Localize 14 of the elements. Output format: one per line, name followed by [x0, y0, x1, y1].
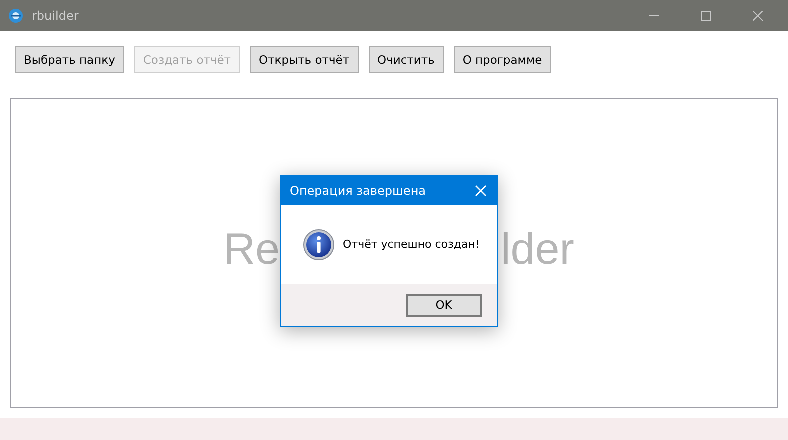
info-icon [303, 228, 335, 260]
watermark-text: lder [501, 225, 574, 275]
toolbar-button[interactable]: О программе [454, 46, 552, 73]
toolbar-button[interactable]: Очистить [368, 46, 444, 73]
toolbar-button[interactable]: Выбрать папку [15, 46, 124, 73]
app-icon [8, 8, 24, 24]
window-title: rbuilder [32, 8, 79, 22]
close-icon[interactable] [753, 10, 763, 20]
watermark-text: Re [224, 225, 280, 275]
dialog-message: Отчёт успешно создан! [343, 238, 480, 251]
toolbar-button[interactable]: Открыть отчёт [250, 46, 359, 73]
ok-button[interactable]: OK [406, 294, 482, 316]
dialog-title: Операция завершена [290, 184, 426, 198]
maximize-icon[interactable] [701, 10, 711, 20]
